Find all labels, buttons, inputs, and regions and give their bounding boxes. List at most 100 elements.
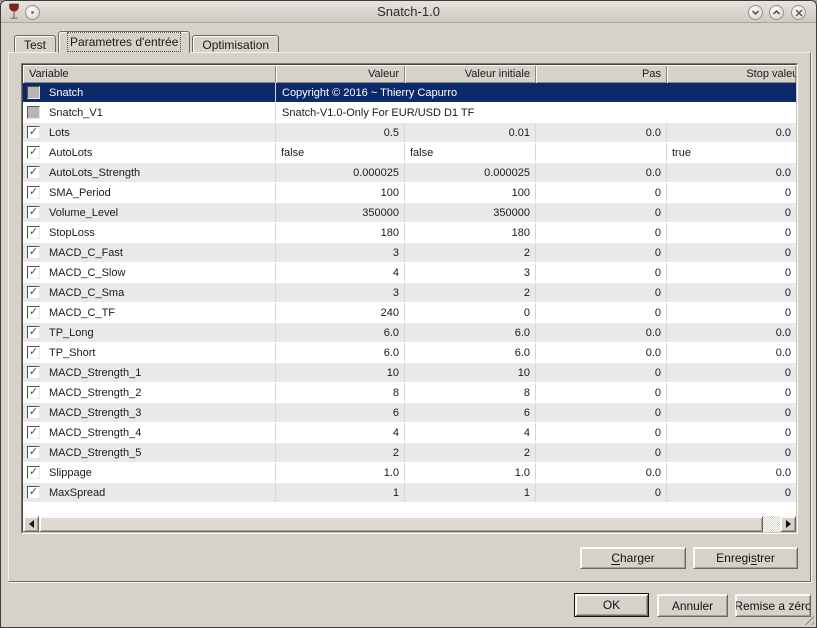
row-checkbox[interactable]: ✓ — [27, 466, 40, 479]
param-value-cell[interactable]: 0 — [405, 303, 536, 322]
param-value-cell[interactable]: 0.000025 — [405, 163, 536, 182]
param-value-cell[interactable]: 8 — [405, 383, 536, 402]
table-row-lots[interactable]: ✓Lots0.50.010.00.0 — [23, 123, 796, 143]
param-value-cell[interactable]: 0 — [536, 263, 667, 282]
param-value-cell[interactable]: 350000 — [405, 203, 536, 222]
row-checkbox[interactable]: ✓ — [27, 246, 40, 259]
table-row-macd-c-sma[interactable]: ✓MACD_C_Sma3200 — [23, 283, 796, 303]
param-value-cell[interactable]: 0 — [536, 303, 667, 322]
row-checkbox[interactable]: ✓ — [27, 226, 40, 239]
param-value-cell[interactable]: 0.000025 — [276, 163, 405, 182]
param-value-cell[interactable]: 0 — [667, 483, 796, 502]
row-checkbox[interactable]: ✓ — [27, 286, 40, 299]
param-value-cell[interactable]: 0 — [667, 383, 796, 402]
param-value-cell[interactable]: 0.0 — [667, 463, 796, 482]
table-row-sma-period[interactable]: ✓SMA_Period10010000 — [23, 183, 796, 203]
param-value-cell[interactable]: 4 — [276, 263, 405, 282]
reset-button[interactable]: Remise a zéro — [735, 594, 811, 617]
param-value-cell[interactable]: 0 — [667, 223, 796, 242]
param-value-cell[interactable]: 0 — [536, 443, 667, 462]
row-checkbox[interactable]: ✓ — [27, 366, 40, 379]
row-checkbox[interactable]: ✓ — [27, 186, 40, 199]
minimize-button[interactable] — [748, 5, 763, 20]
close-button[interactable] — [791, 5, 806, 20]
param-value-cell[interactable]: 0.0 — [536, 163, 667, 182]
row-checkbox[interactable]: ✓ — [27, 326, 40, 339]
table-row-macd-c-slow[interactable]: ✓MACD_C_Slow4300 — [23, 263, 796, 283]
param-value-cell[interactable]: 0.0 — [667, 123, 796, 142]
save-button[interactable]: Enregistrer — [693, 547, 798, 569]
param-value-cell[interactable]: 10 — [276, 363, 405, 382]
param-value-cell[interactable]: 0 — [536, 283, 667, 302]
param-value-cell[interactable]: 0 — [536, 203, 667, 222]
param-value-cell[interactable]: 100 — [276, 183, 405, 202]
maximize-button[interactable] — [769, 5, 784, 20]
param-value-cell[interactable]: 0 — [667, 423, 796, 442]
param-value-cell[interactable]: 2 — [405, 443, 536, 462]
param-value-cell[interactable]: 0 — [536, 183, 667, 202]
param-value-cell[interactable]: 6 — [276, 403, 405, 422]
param-value-cell[interactable]: 6 — [405, 403, 536, 422]
scroll-left-button[interactable] — [23, 516, 39, 532]
param-value-cell[interactable]: false — [276, 143, 405, 162]
param-value-cell[interactable]: 1.0 — [276, 463, 405, 482]
param-value-cell[interactable]: 350000 — [276, 203, 405, 222]
param-value-cell[interactable]: 0.0 — [667, 323, 796, 342]
table-row-tp-short[interactable]: ✓TP_Short6.06.00.00.0 — [23, 343, 796, 363]
param-value-cell[interactable]: 0.0 — [536, 323, 667, 342]
param-value-cell[interactable]: 2 — [405, 243, 536, 262]
param-value-cell[interactable]: 2 — [276, 443, 405, 462]
scrollbar-track[interactable] — [39, 516, 780, 532]
ok-button[interactable]: OK — [574, 593, 649, 617]
param-value-cell[interactable]: 0.01 — [405, 123, 536, 142]
row-checkbox[interactable]: ✓ — [27, 406, 40, 419]
table-row-macd-c-fast[interactable]: ✓MACD_C_Fast3200 — [23, 243, 796, 263]
param-value-cell[interactable]: 3 — [276, 283, 405, 302]
param-value-cell[interactable]: 0 — [667, 243, 796, 262]
table-row-macd-strength-5[interactable]: ✓MACD_Strength_52200 — [23, 443, 796, 463]
param-value-cell[interactable]: 0 — [667, 263, 796, 282]
param-value-cell[interactable]: 0 — [667, 203, 796, 222]
param-value-cell[interactable]: 3 — [276, 243, 405, 262]
row-checkbox[interactable]: ✓ — [27, 126, 40, 139]
param-value-cell[interactable]: 6.0 — [276, 343, 405, 362]
table-row-macd-strength-3[interactable]: ✓MACD_Strength_36600 — [23, 403, 796, 423]
param-value-cell[interactable]: 240 — [276, 303, 405, 322]
table-row-maxspread[interactable]: ✓MaxSpread1100 — [23, 483, 796, 503]
row-checkbox[interactable]: ✓ — [27, 166, 40, 179]
param-value-cell[interactable]: 6.0 — [276, 323, 405, 342]
row-checkbox[interactable]: ✓ — [27, 306, 40, 319]
load-button[interactable]: Charger — [580, 547, 686, 569]
tab-parametres-d-entr-e[interactable]: Parametres d'entrée — [58, 31, 190, 53]
param-value-cell[interactable]: 0 — [536, 483, 667, 502]
param-value-cell[interactable]: 0 — [536, 223, 667, 242]
param-value-cell[interactable]: 4 — [405, 423, 536, 442]
param-value-cell[interactable]: 0 — [667, 403, 796, 422]
table-row-tp-long[interactable]: ✓TP_Long6.06.00.00.0 — [23, 323, 796, 343]
param-value-cell[interactable]: 6.0 — [405, 323, 536, 342]
param-value-cell[interactable]: 180 — [405, 223, 536, 242]
param-value-cell[interactable]: 0.0 — [536, 123, 667, 142]
row-checkbox[interactable]: ✓ — [27, 266, 40, 279]
tab-optimisation[interactable]: Optimisation — [192, 35, 279, 52]
param-value-cell[interactable]: 0 — [536, 383, 667, 402]
title-bar[interactable]: Snatch-1.0 — [1, 1, 816, 23]
row-checkbox[interactable]: ✓ — [27, 426, 40, 439]
param-value-cell[interactable]: 0 — [536, 363, 667, 382]
param-value-cell[interactable]: 1 — [276, 483, 405, 502]
param-value-cell[interactable]: 3 — [405, 263, 536, 282]
table-row-stoploss[interactable]: ✓StopLoss18018000 — [23, 223, 796, 243]
param-value-cell[interactable]: 1.0 — [405, 463, 536, 482]
tab-test[interactable]: Test — [14, 35, 56, 52]
row-checkbox[interactable] — [27, 106, 40, 119]
param-value-cell[interactable]: 0.0 — [667, 343, 796, 362]
scroll-right-button[interactable] — [780, 516, 796, 532]
param-value-cell[interactable]: 0 — [667, 443, 796, 462]
row-checkbox[interactable]: ✓ — [27, 486, 40, 499]
row-checkbox[interactable]: ✓ — [27, 206, 40, 219]
param-value-cell[interactable]: 4 — [276, 423, 405, 442]
param-value-cell[interactable]: 1 — [405, 483, 536, 502]
table-row-macd-strength-1[interactable]: ✓MACD_Strength_1101000 — [23, 363, 796, 383]
table-row-snatch-v1[interactable]: Snatch_V1Snatch-V1.0-Only For EUR/USD D1… — [23, 103, 796, 123]
param-value-cell[interactable]: 8 — [276, 383, 405, 402]
